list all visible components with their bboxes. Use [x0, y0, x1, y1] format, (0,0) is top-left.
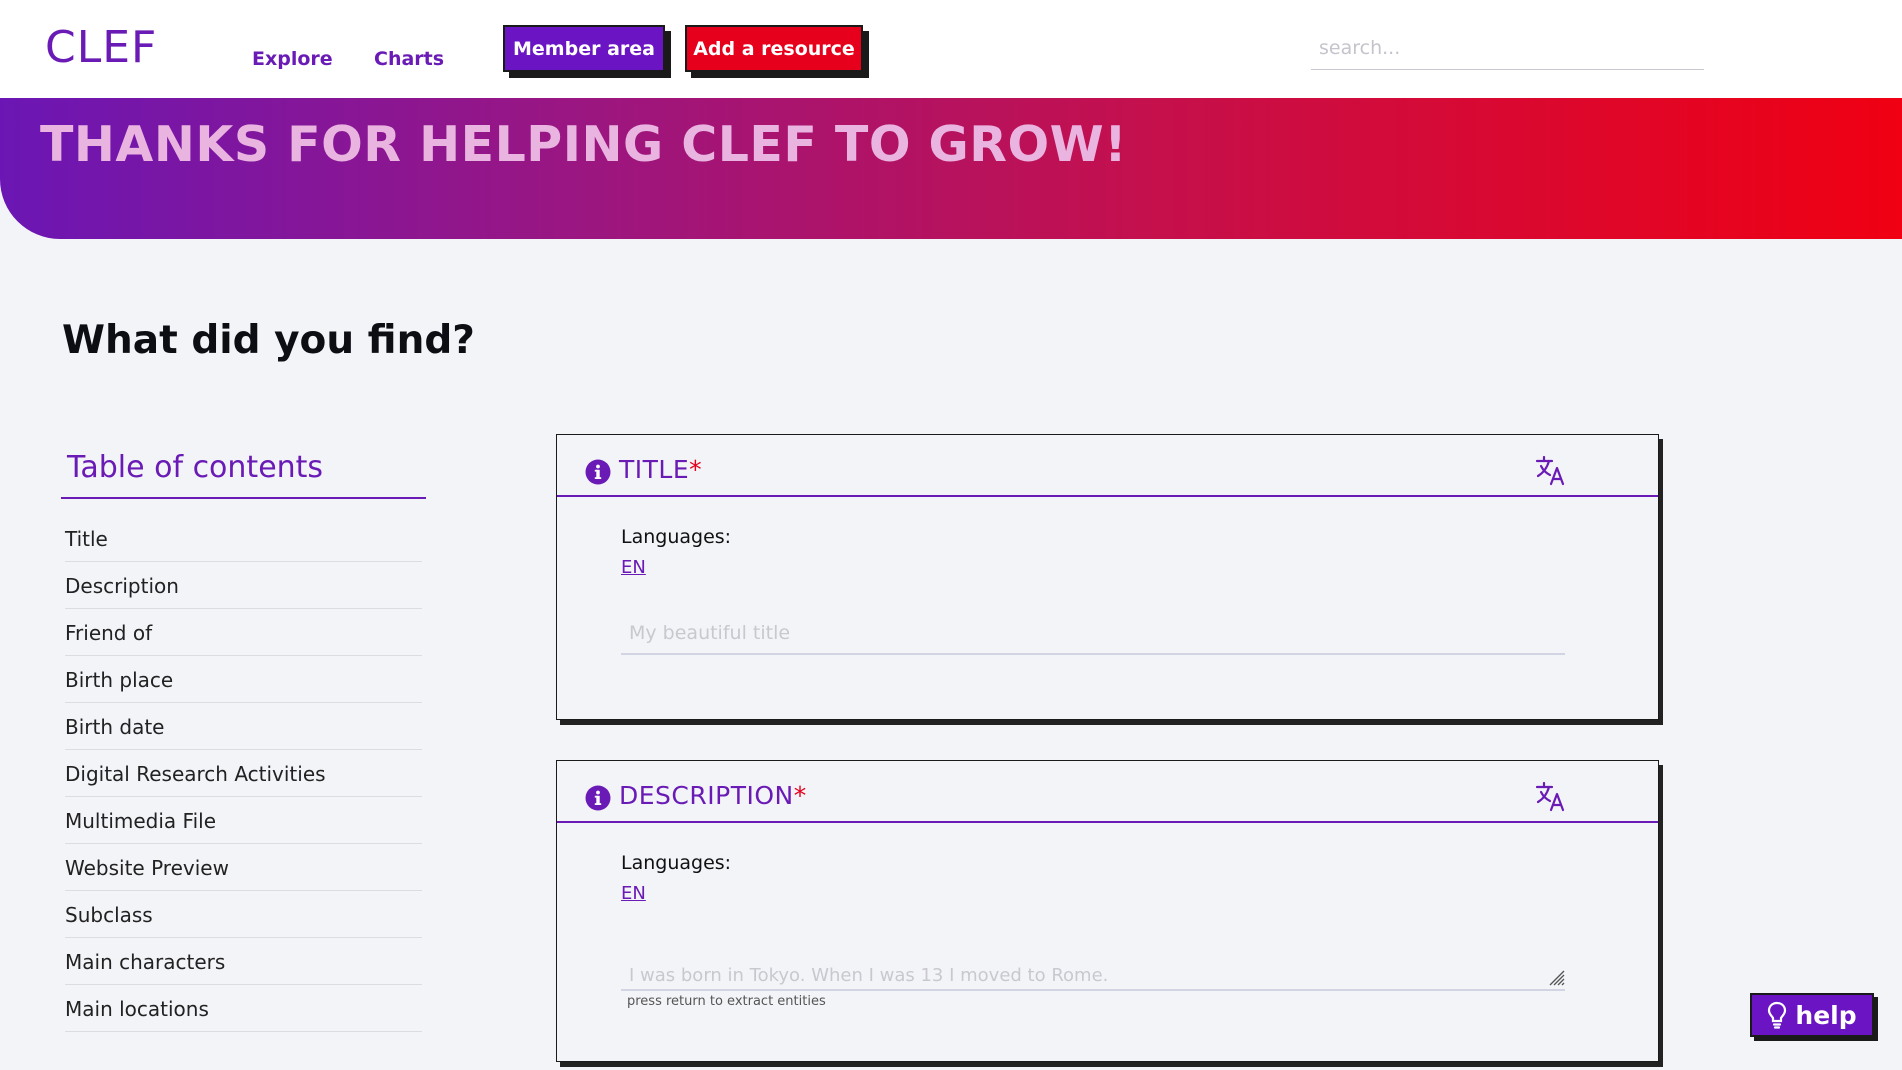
toc-item-main-characters[interactable]: Main characters — [65, 939, 422, 985]
required-asterisk: * — [689, 455, 703, 484]
toc-item-multimedia-file[interactable]: Multimedia File — [65, 798, 422, 844]
info-icon[interactable] — [585, 785, 611, 811]
help-button[interactable]: help — [1750, 993, 1874, 1037]
title-language-en-link[interactable]: EN — [621, 557, 646, 578]
translate-icon[interactable] — [1535, 455, 1565, 487]
required-asterisk: * — [793, 781, 807, 810]
description-textarea[interactable] — [621, 949, 1565, 991]
title-languages-label: Languages: — [621, 526, 732, 548]
toc-item-subclass[interactable]: Subclass — [65, 892, 422, 938]
description-field-card: DESCRIPTION* Languages: EN press return … — [556, 760, 1659, 1062]
add-resource-button[interactable]: Add a resource — [685, 25, 863, 72]
toc-item-title[interactable]: Title — [65, 516, 422, 562]
toc-item-main-locations[interactable]: Main locations — [65, 986, 422, 1032]
description-language-en-link[interactable]: EN — [621, 883, 646, 904]
resize-handle-icon[interactable] — [1547, 968, 1565, 986]
toc-item-description[interactable]: Description — [65, 563, 422, 609]
banner-title: THANKS FOR HELPING CLEF TO GROW! — [40, 116, 1128, 173]
search-input[interactable] — [1311, 26, 1704, 70]
lightbulb-icon — [1768, 1001, 1787, 1029]
toc-item-birth-place[interactable]: Birth place — [65, 657, 422, 703]
site-logo[interactable]: CLEF — [45, 22, 157, 73]
title-field-label: TITLE* — [619, 455, 703, 484]
toc-heading: Table of contents — [67, 450, 324, 485]
title-card-header: TITLE* — [557, 435, 1658, 497]
description-field-label: DESCRIPTION* — [619, 781, 807, 810]
top-navbar: CLEF Explore Charts Member area Add a re… — [0, 0, 1902, 98]
nav-explore-link[interactable]: Explore — [252, 48, 333, 70]
toc-item-birth-date[interactable]: Birth date — [65, 704, 422, 750]
description-languages-label: Languages: — [621, 852, 732, 874]
title-field-card: TITLE* Languages: EN — [556, 434, 1659, 720]
nav-charts-link[interactable]: Charts — [374, 48, 444, 70]
info-icon[interactable] — [585, 459, 611, 485]
title-input[interactable] — [621, 613, 1565, 655]
toc-divider — [61, 497, 426, 499]
toc-item-digital-research-activities[interactable]: Digital Research Activities — [65, 751, 422, 797]
toc-item-website-preview[interactable]: Website Preview — [65, 845, 422, 891]
description-hint: press return to extract entities — [627, 994, 826, 1009]
toc-list: Title Description Friend of Birth place … — [65, 516, 422, 1033]
member-area-button[interactable]: Member area — [503, 25, 665, 72]
help-button-label: help — [1795, 1000, 1857, 1030]
toc-item-friend-of[interactable]: Friend of — [65, 610, 422, 656]
page-title: What did you find? — [62, 318, 475, 363]
translate-icon[interactable] — [1535, 781, 1565, 813]
description-card-header: DESCRIPTION* — [557, 761, 1658, 823]
